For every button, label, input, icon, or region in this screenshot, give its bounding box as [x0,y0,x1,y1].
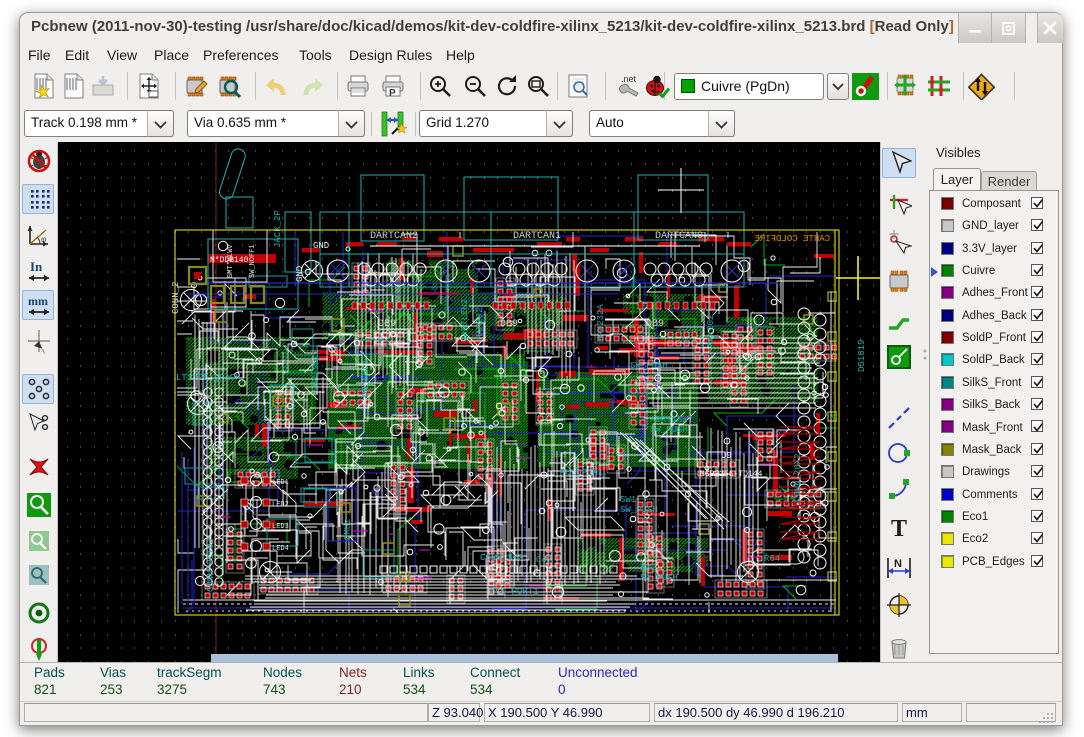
svg-text:CONN_2: CONN_2 [171,282,181,314]
svg-text:SW_PUSH: SW_PUSH [620,505,658,515]
svg-text:SW1: SW1 [620,495,636,505]
svg-text:P: P [389,88,396,99]
svg-text:φ: φ [41,235,46,244]
svg-text:LT1129_QPACK: LT1129_QPACK [176,373,241,383]
svg-text:U9: U9 [721,451,732,461]
svg-text:SW2: SW2 [640,563,656,573]
svg-text:mm: mm [28,294,48,308]
svg-text:LED1: LED1 [272,479,289,487]
svg-text:N: N [894,558,902,570]
svg-text:GND: GND [295,266,305,282]
svg-text:SW_PUSH: SW_PUSH [640,573,678,583]
svg-text:DB9: DB9 [500,319,518,330]
svg-text:MCU_PORT1: MCU_PORT1 [490,587,539,597]
svg-text:JACK_2P: JACK_2P [273,210,283,248]
svg-text:LED2: LED2 [272,501,289,509]
svg-text:CONN_PC104: CONN_PC104 [206,538,216,592]
svg-text:C47: C47 [536,555,552,565]
svg-text:MAX202: MAX202 [475,308,485,340]
svg-text:DARTCAN1: DARTCAN1 [513,231,561,242]
svg-text:DS1819: DS1819 [857,340,867,372]
svg-text:GND: GND [313,241,329,251]
svg-text:CONN_3X2: CONN_3X2 [480,553,523,563]
svg-text:8MHz: 8MHz [343,518,353,540]
svg-text:DARTCAN0: DARTCAN0 [655,231,703,242]
svg-text:MAX232A: MAX232A [596,304,606,342]
svg-text:MAX202: MAX202 [706,315,716,347]
svg-text:LED4: LED4 [272,545,289,553]
svg-text:DB9: DB9 [378,319,396,330]
svg-text:ABRT1SW1: ABRT1SW1 [650,415,693,425]
svg-text:R64: R64 [764,554,780,564]
svg-text:SMT*NLWV: SMT*NLWV [227,244,235,278]
svg-text:CARTE COLDFIRE: CARTE COLDFIRE [754,234,830,244]
svg-text:DB9: DB9 [646,319,664,330]
svg-text:CONN_20X2: CONN_20X2 [793,453,803,502]
svg-text:ON_SEL1: ON_SEL1 [361,359,371,397]
svg-text:SW_NOFF1: SW_NOFF1 [249,244,257,278]
svg-text:CON_SEL2: CON_SEL2 [311,349,321,392]
svg-text:SW_PUSH: SW_PUSH [650,425,688,435]
svg-text:T: T [891,516,907,542]
svg-text:.net: .net [621,74,637,84]
svg-text:MCB3256-TQ144: MCB3256-TQ144 [700,470,763,479]
svg-text:DARTCAN2: DARTCAN2 [370,231,418,242]
svg-text:LED3: LED3 [272,523,289,531]
svg-text:In: In [30,259,43,274]
svg-text:SW_PUSH: SW_PUSH [630,361,668,371]
svg-text:PULUPEN1: PULUPEN1 [560,468,603,478]
svg-text:UARTLEN2: UARTLEN2 [460,299,470,342]
